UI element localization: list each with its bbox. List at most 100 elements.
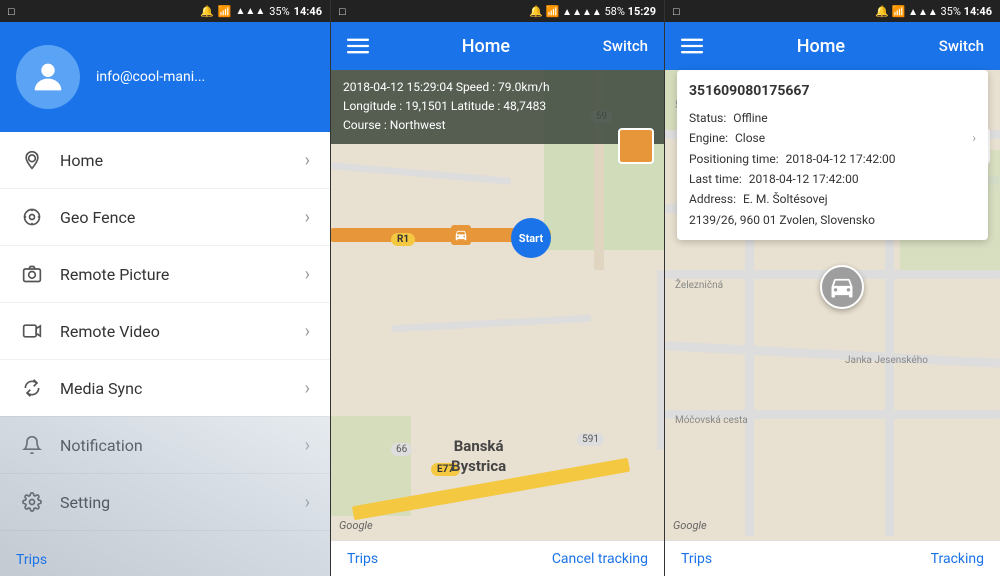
road-label-66: 66: [391, 443, 412, 456]
person-icon: [28, 57, 68, 97]
map-view-2[interactable]: R1 E77 59 66 591 BanskáBystrica Start Go…: [331, 70, 664, 576]
battery-text: 35%: [269, 5, 289, 18]
device-info-card: 351609080175667 Status: Offline Engine: …: [677, 70, 988, 240]
status-icons-2: 🔔 📶 ▲▲▲▲ 58% 15:29: [529, 5, 656, 18]
chevron-right-icon: ›: [305, 150, 310, 171]
google-logo-2: Google: [339, 519, 373, 532]
trip-info-overlay: 2018-04-12 15:29:04 Speed : 79.0km/h Lon…: [331, 70, 664, 144]
status-icons-1: 🔔 📶 ▲▲▲ 35% 14:46: [200, 5, 322, 18]
sync-icon: [20, 376, 44, 400]
track-label-4: Janka Jesenského: [845, 355, 928, 366]
engine-label: Engine: Close: [689, 128, 765, 148]
start-pin[interactable]: Start: [511, 218, 551, 258]
wifi-icon-2: 📶: [546, 5, 560, 18]
signal-icon: ▲▲▲: [236, 6, 266, 17]
clock-3: 14:46: [964, 5, 992, 18]
map-panel: □ 🔔 📶 ▲▲▲▲ 58% 15:29 Home Switch 2018-04…: [330, 0, 665, 576]
trip-info-line1: 2018-04-12 15:29:04 Speed : 79.0km/h: [343, 78, 652, 97]
app-title-2: Home: [462, 36, 510, 57]
positioning-row: Positioning time: 2018-04-12 17:42:00: [689, 149, 976, 169]
device-id: 351609080175667: [689, 80, 976, 104]
address-row: Address: E. M. Šoltésovej2139/26, 960 01…: [689, 189, 976, 230]
remote-video-label: Remote Video: [60, 322, 289, 341]
video-icon: [20, 319, 44, 343]
trips-bar-2: Trips Cancel tracking: [331, 540, 664, 576]
switch-button-2[interactable]: Switch: [603, 37, 648, 55]
chevron-right-icon-3: ›: [305, 264, 310, 285]
status-row: Status: Offline: [689, 108, 976, 128]
sidebar-item-home[interactable]: Home ›: [0, 132, 330, 189]
status-bar-3: □ 🔔 📶 ▲▲▲ 35% 14:46: [665, 0, 1000, 22]
status-bar-2: □ 🔔 📶 ▲▲▲▲ 58% 15:29: [331, 0, 664, 22]
trip-info-line3: Course : Northwest: [343, 116, 652, 135]
clock-2: 15:29: [628, 5, 656, 18]
chevron-right-icon-2: ›: [305, 207, 310, 228]
wifi-icon-3: 📶: [892, 5, 906, 18]
alarm-icon: 🔔: [200, 5, 214, 18]
hamburger-icon-3: [681, 35, 703, 57]
status-label: Status:: [689, 111, 726, 125]
clock-1: 14:46: [294, 5, 322, 18]
nav-drawer: □ 🔔 📶 ▲▲▲ 35% 14:46 info@cool-mani...: [0, 0, 330, 576]
car-icon: [828, 273, 856, 301]
alarm-icon-3: 🔔: [875, 5, 889, 18]
trips-link[interactable]: Trips: [16, 552, 47, 568]
camera-icon: [20, 262, 44, 286]
google-logo-3: Google: [673, 519, 707, 532]
user-email: info@cool-mani...: [96, 69, 205, 85]
geo-fence-icon: [20, 205, 44, 229]
track-label-5: Móčovská cesta: [675, 415, 748, 426]
track-label-3: Železničná: [675, 280, 723, 291]
map-thumbnail-2[interactable]: [618, 128, 654, 164]
engine-arrow[interactable]: ›: [972, 128, 976, 148]
home-label: Home: [60, 151, 289, 170]
menu-button-2[interactable]: [347, 35, 369, 57]
tracking-panel: □ 🔔 📶 ▲▲▲ 35% 14:46 Home Switch: [665, 0, 1000, 576]
menu-button-3[interactable]: [681, 35, 703, 57]
app-title-3: Home: [797, 36, 845, 57]
status-left-icon-2: □: [339, 5, 346, 18]
nav-background: [0, 416, 330, 576]
alarm-icon-2: 🔔: [529, 5, 543, 18]
road-side-2: [657, 270, 664, 450]
trip-route: [331, 228, 531, 242]
city-label: BanskáBystrica: [451, 437, 506, 476]
status-left-icon: □: [8, 5, 15, 18]
media-sync-label: Media Sync: [60, 379, 289, 398]
tracking-button[interactable]: Tracking: [931, 551, 984, 567]
signal-icon-2: ▲▲▲▲: [562, 7, 602, 18]
car-icon-route: [451, 225, 471, 245]
car-pin[interactable]: [820, 265, 864, 309]
app-bar-2: Home Switch: [331, 22, 664, 70]
road-label-r1: R1: [391, 233, 415, 246]
switch-button-3[interactable]: Switch: [939, 37, 984, 55]
chevron-right-icon-5: ›: [305, 378, 310, 399]
map-canvas-2: R1 E77 59 66 591 BanskáBystrica Start Go…: [331, 70, 664, 576]
last-time-row: Last time: 2018-04-12 17:42:00: [689, 169, 976, 189]
battery-text-3: 35%: [941, 5, 961, 18]
status-left-icon-3: □: [673, 5, 680, 18]
location-icon: [20, 148, 44, 172]
tracking-bar: Trips Tracking: [665, 540, 1000, 576]
geo-fence-label: Geo Fence: [60, 208, 289, 227]
battery-text-2: 58%: [605, 5, 625, 18]
remote-picture-label: Remote Picture: [60, 265, 289, 284]
status-icons-3: 🔔 📶 ▲▲▲ 35% 14:46: [875, 5, 992, 18]
status-bar-1: □ 🔔 📶 ▲▲▲ 35% 14:46: [0, 0, 330, 22]
sidebar-item-remote-picture[interactable]: Remote Picture ›: [0, 246, 330, 303]
sidebar-item-geo-fence[interactable]: Geo Fence ›: [0, 189, 330, 246]
status-value: Offline: [733, 111, 767, 125]
trips-button-2[interactable]: Trips: [347, 551, 378, 567]
chevron-right-icon-4: ›: [305, 321, 310, 342]
nav-header: info@cool-mani...: [0, 22, 330, 132]
app-bar-3: Home Switch: [665, 22, 1000, 70]
trip-info-line2: Longitude : 19,1501 Latitude : 48,7483: [343, 97, 652, 116]
cancel-tracking-button[interactable]: Cancel tracking: [552, 551, 648, 567]
engine-row: Engine: Close ›: [689, 128, 976, 148]
hamburger-icon-2: [347, 35, 369, 57]
sidebar-item-media-sync[interactable]: Media Sync ›: [0, 360, 330, 417]
sidebar-item-remote-video[interactable]: Remote Video ›: [0, 303, 330, 360]
trips-button-3[interactable]: Trips: [681, 551, 712, 567]
wifi-icon: 📶: [218, 5, 232, 18]
avatar[interactable]: [16, 45, 80, 109]
